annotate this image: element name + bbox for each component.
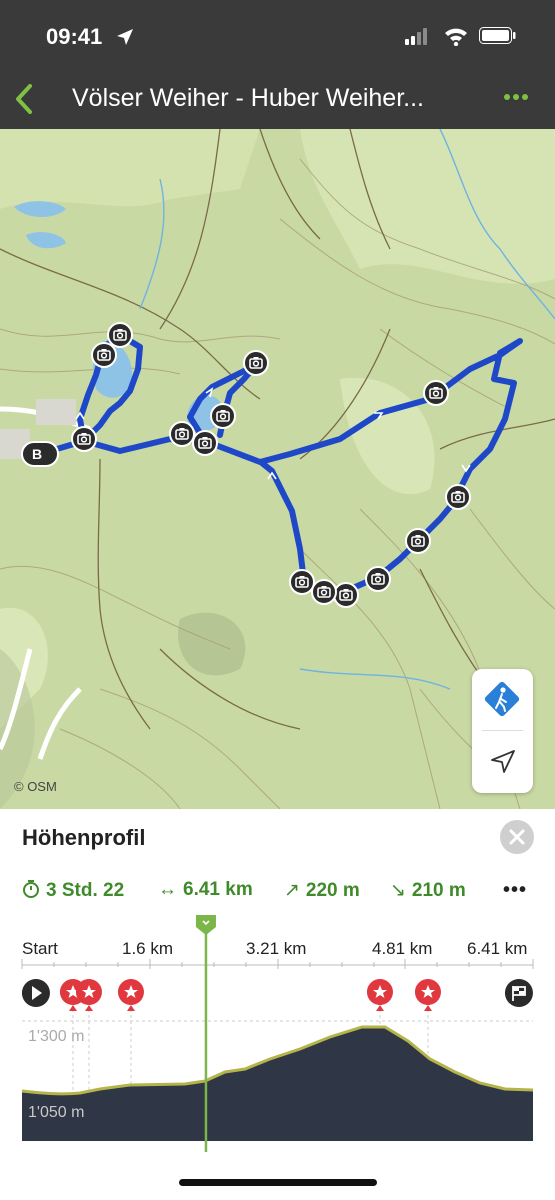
star-icon [117,979,144,1011]
navigation-arrow-icon [491,750,515,773]
buildings [36,399,76,425]
stat-descent: ↘ 210 m [390,879,466,902]
star-icon [75,979,102,1011]
camera-icon [107,322,133,348]
stat-distance: ↔ 6.41 km [158,879,253,901]
status-bar: 09:41 [0,0,555,70]
camera-icon [91,342,117,368]
start-marker-label: B [32,446,43,462]
axis-ticks [21,959,534,969]
status-time: 09:41 [46,24,103,49]
camera-icon [311,579,337,605]
camera-icon [423,380,449,406]
camera-icon [192,430,218,456]
horizontal-arrows-icon: ↔ [158,879,177,900]
camera-icon [289,569,315,595]
camera-icon [365,566,391,592]
camera-icon [333,582,359,608]
elevation-label-bottom: 1'050 m [28,1104,84,1121]
elevation-chart[interactable]: 1'300 m 1'050 m [0,909,555,1159]
more-dots-icon[interactable]: ••• [503,879,527,902]
descent-arrow-icon: ↘ [390,880,406,901]
battery-icon [479,27,516,44]
signal-icon [405,28,427,45]
close-button[interactable] [500,820,534,854]
finish-flag-icon [504,979,533,1007]
camera-icon [405,528,431,554]
tour-stats: 3 Std. 22 ↔ 6.41 km ↗ 220 m ↘ 210 m [22,879,542,903]
stat-duration: 3 Std. 22 [22,879,124,902]
elevation-label-top: 1'300 m [28,1028,84,1045]
map-controls [472,669,533,793]
elevation-area [22,1027,533,1141]
back-chevron-icon[interactable] [10,82,40,116]
more-dots-icon[interactable] [503,90,529,104]
star-icon [414,979,441,1011]
map-view[interactable]: B © OSM [0,129,555,809]
ascent-value: 220 m [305,880,360,901]
stat-ascent: ↗ 220 m [284,879,360,902]
ascent-arrow-icon: ↗ [284,880,300,901]
map-attribution: © OSM [14,779,57,794]
duration-value: 3 Std. 22 [46,880,125,901]
close-icon [509,829,525,845]
hiking-mode-button[interactable] [472,669,533,730]
camera-icon [169,421,195,447]
start-marker[interactable]: B [21,441,59,467]
play-icon [21,979,50,1013]
nav-bar: Völser Weiher - Huber Weiher... [0,70,555,129]
camera-icon [243,350,269,376]
panel-title: Höhenprofil [22,825,146,850]
locate-me-button[interactable] [472,731,533,792]
star-icon [366,979,393,1011]
camera-icon [445,484,471,510]
camera-icon [210,403,236,429]
hiking-icon [484,681,520,717]
page-title: Völser Weiher - Huber Weiher... [72,84,424,112]
location-arrow-icon [117,29,133,45]
status-icons [405,27,516,46]
stopwatch-icon [23,880,39,898]
home-indicator[interactable] [179,1179,377,1186]
camera-icon [71,426,97,452]
distance-value: 6.41 km [183,879,253,900]
elevation-profile-panel: Höhenprofil 3 Std. 22 ↔ 6.41 km ↗ 220 m ↘ 2… [0,809,555,1200]
wifi-icon [445,28,467,46]
descent-value: 210 m [411,880,466,901]
